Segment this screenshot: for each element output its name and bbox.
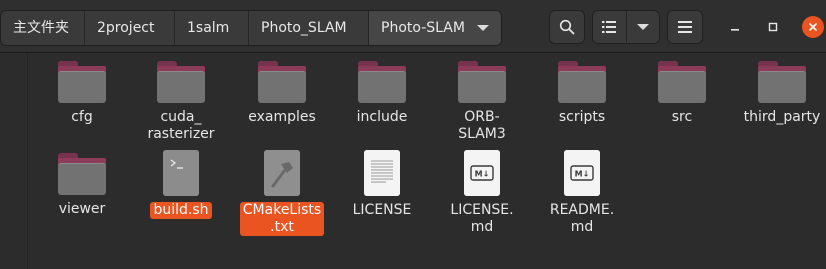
file-name: README. md — [549, 202, 615, 235]
shell-script-icon — [163, 150, 199, 196]
close-button[interactable] — [802, 16, 824, 38]
markdown-file-icon: M↓ — [464, 150, 500, 196]
file-name: LICENSE. md — [450, 202, 514, 235]
file-item-viewer[interactable]: viewer — [32, 153, 132, 218]
breadcrumb-2project[interactable]: 2project — [85, 11, 175, 45]
folder-icon — [258, 61, 306, 103]
list-view-button[interactable] — [593, 11, 627, 43]
file-item-readme-md[interactable]: M↓ README. md — [532, 150, 632, 236]
folder-icon — [458, 61, 506, 103]
file-item-build-sh[interactable]: build.sh — [131, 150, 231, 219]
breadcrumb-1salm[interactable]: 1salm — [175, 11, 249, 45]
hamburger-icon — [678, 21, 692, 33]
file-item-cuda-rasterizer[interactable]: cuda_ rasterizer — [131, 61, 231, 143]
path-dropdown-button[interactable] — [465, 11, 501, 45]
file-item-examples[interactable]: examples — [232, 61, 332, 126]
folder-icon — [58, 61, 106, 103]
view-toggle-group — [592, 10, 660, 44]
header-bar: 主文件夹 2project 1salm Photo_SLAM Photo-SLA… — [0, 0, 826, 53]
menu-button[interactable] — [667, 10, 703, 44]
text-document-icon — [364, 150, 400, 196]
search-button[interactable] — [549, 10, 585, 44]
view-options-button[interactable] — [627, 11, 660, 43]
folder-icon — [358, 61, 406, 103]
breadcrumb-photo-slam-underscore[interactable]: Photo_SLAM — [249, 11, 369, 45]
minimize-button[interactable] — [724, 16, 746, 38]
hammer-icon — [264, 150, 300, 196]
file-name: ORB- SLAM3 — [458, 109, 506, 142]
breadcrumb-photo-slam-current[interactable]: Photo-SLAM — [369, 11, 465, 45]
file-name: src — [671, 109, 693, 125]
file-item-scripts[interactable]: scripts — [532, 61, 632, 126]
svg-text:M↓: M↓ — [475, 170, 490, 179]
file-item-license-md[interactable]: M↓ LICENSE. md — [432, 150, 532, 236]
file-item-cfg[interactable]: cfg — [32, 61, 132, 126]
chevron-down-icon — [477, 25, 489, 31]
file-name: third_party — [743, 109, 821, 125]
file-name: cuda_ rasterizer — [147, 109, 215, 142]
folder-icon — [758, 61, 806, 103]
chevron-down-icon — [636, 24, 649, 30]
file-name: cfg — [71, 109, 93, 125]
breadcrumb: 主文件夹 2project 1salm Photo_SLAM Photo-SLA… — [0, 10, 502, 46]
folder-icon — [558, 61, 606, 103]
file-item-include[interactable]: include — [332, 61, 432, 126]
svg-text:M↓: M↓ — [575, 170, 590, 179]
maximize-icon — [768, 22, 778, 32]
list-view-icon — [602, 21, 617, 33]
folder-icon — [58, 153, 106, 195]
markdown-file-icon: M↓ — [564, 150, 600, 196]
breadcrumb-home[interactable]: 主文件夹 — [1, 11, 85, 45]
file-item-cmakelists[interactable]: CMakeLists .txt — [232, 150, 332, 236]
file-name: scripts — [558, 109, 606, 125]
file-name: include — [356, 109, 408, 125]
folder-icon — [658, 61, 706, 103]
file-name: LICENSE — [352, 202, 412, 218]
maximize-button[interactable] — [762, 16, 784, 38]
file-name: CMakeLists .txt — [239, 202, 325, 236]
search-icon — [559, 19, 575, 35]
folder-icon — [157, 61, 205, 103]
minimize-icon — [731, 29, 739, 31]
sidebar-divider — [27, 53, 28, 269]
file-item-license[interactable]: LICENSE — [332, 150, 432, 219]
close-icon — [809, 23, 817, 31]
file-item-third-party[interactable]: third_party — [732, 61, 826, 126]
file-name: examples — [248, 109, 316, 125]
file-name: build.sh — [150, 202, 212, 219]
file-item-src[interactable]: src — [632, 61, 732, 126]
file-item-orb-slam3[interactable]: ORB- SLAM3 — [432, 61, 532, 143]
file-name: viewer — [58, 201, 106, 217]
